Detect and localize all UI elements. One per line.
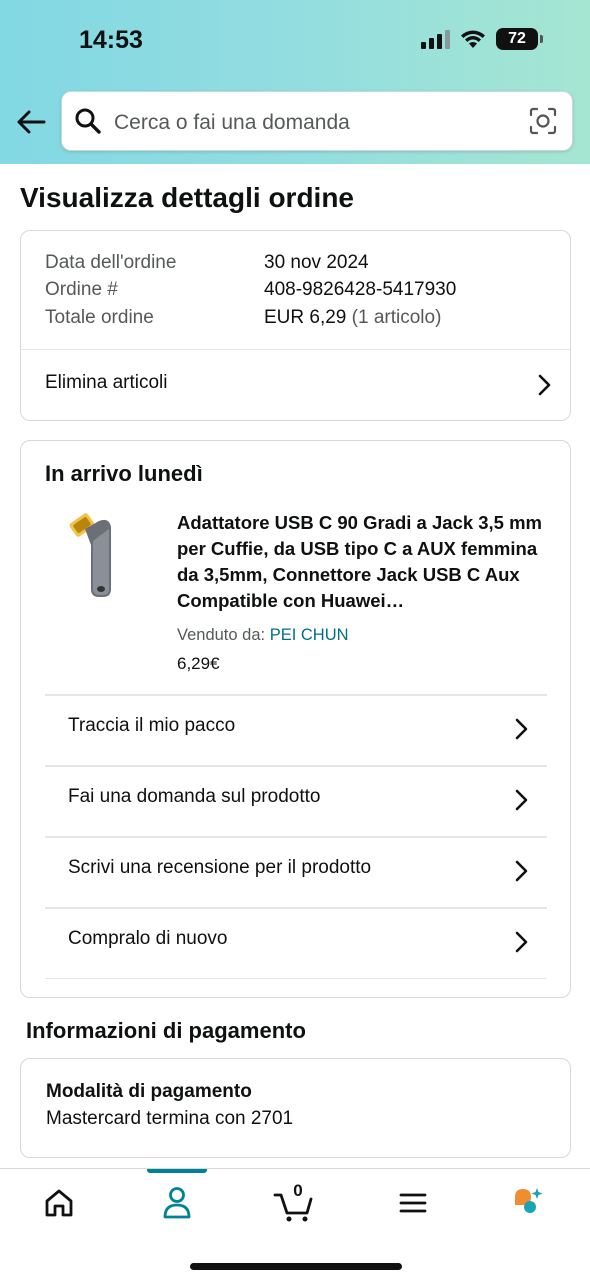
divider: [45, 907, 547, 909]
nav-account[interactable]: [147, 1183, 207, 1223]
page-title: Visualizza dettagli ordine: [20, 182, 355, 213]
product-image[interactable]: [65, 511, 125, 601]
signal-icon: [421, 29, 450, 49]
chevron-right-icon: [515, 931, 528, 953]
battery-icon: 72: [496, 28, 543, 50]
product-price: 6,29€: [177, 654, 220, 673]
nav-rufus[interactable]: [501, 1183, 561, 1223]
delivery-card: In arrivo lunedì Adattatore USB C 90 Gra…: [20, 440, 571, 998]
payment-method-value: Mastercard termina con 2701: [46, 1108, 294, 1129]
order-date-label: Data dell'ordine: [45, 252, 177, 273]
divider: [45, 836, 547, 838]
cart-count: 0: [293, 1181, 303, 1200]
order-number-label: Ordine #: [45, 279, 118, 300]
account-icon: [163, 1187, 191, 1219]
search-icon: [75, 108, 101, 134]
seller-name-link[interactable]: PEI CHUN: [270, 626, 349, 644]
nav-cart[interactable]: 0: [265, 1181, 325, 1223]
ask-question-row[interactable]: Fai una domanda sul prodotto: [45, 765, 547, 836]
active-tab-indicator: [147, 1169, 207, 1173]
order-total-label: Totale ordine: [45, 307, 154, 328]
wifi-icon: [461, 30, 485, 48]
order-total-value: EUR 6,29 (1 articolo): [264, 307, 441, 329]
write-review-label: Scrivi una recensione per il prodotto: [68, 857, 372, 878]
camera-search-icon[interactable]: [528, 106, 558, 136]
bottom-nav: 0: [0, 1168, 590, 1280]
status-icons: 72: [421, 28, 543, 50]
nav-home[interactable]: [29, 1183, 89, 1223]
ask-question-label: Fai una domanda sul prodotto: [68, 786, 321, 807]
product-title[interactable]: Adattatore USB C 90 Gradi a Jack 3,5 mm …: [177, 510, 547, 614]
payment-method-label: Modalità di pagamento: [46, 1081, 252, 1102]
menu-icon: [399, 1193, 427, 1213]
remove-items-label: Elimina articoli: [45, 372, 168, 393]
track-package-label: Traccia il mio pacco: [68, 715, 236, 736]
home-icon: [45, 1189, 73, 1217]
chevron-right-icon: [515, 860, 528, 882]
status-time: 14:53: [79, 26, 143, 54]
divider: [45, 978, 546, 979]
track-package-row[interactable]: Traccia il mio pacco: [45, 694, 547, 765]
write-review-row[interactable]: Scrivi una recensione per il prodotto: [45, 836, 547, 907]
chevron-right-icon: [515, 789, 528, 811]
nav-menu[interactable]: [383, 1183, 443, 1223]
order-date-value: 30 nov 2024: [264, 252, 369, 273]
delivery-status-title: In arrivo lunedì: [45, 461, 203, 486]
app-header: 14:53 72 Cerca o fai una domanda: [0, 0, 590, 164]
back-arrow-icon[interactable]: [15, 108, 47, 136]
remove-items-row[interactable]: Elimina articoli: [21, 350, 570, 420]
order-total-amount: EUR 6,29: [264, 307, 347, 328]
divider: [45, 765, 547, 767]
order-total-item-count: (1 articolo): [351, 307, 442, 328]
chevron-right-icon: [515, 718, 528, 740]
seller-label: Venduto da:: [177, 626, 266, 644]
chevron-right-icon: [538, 374, 551, 396]
buy-again-label: Compralo di nuovo: [68, 928, 228, 949]
buy-again-row[interactable]: Compralo di nuovo: [45, 907, 547, 978]
divider: [45, 694, 547, 696]
search-input[interactable]: Cerca o fai una domanda: [61, 91, 573, 151]
home-indicator[interactable]: [190, 1263, 402, 1270]
order-summary-card: Data dell'ordine 30 nov 2024 Ordine # 40…: [20, 230, 571, 421]
payment-card: Modalità di pagamento Mastercard termina…: [20, 1058, 571, 1158]
seller-info: Venduto da: PEI CHUN: [177, 626, 349, 645]
search-placeholder: Cerca o fai una domanda: [114, 111, 350, 134]
payment-section-title: Informazioni di pagamento: [26, 1018, 306, 1043]
rufus-icon: [515, 1188, 543, 1213]
order-number-value: 408-9826428-5417930: [264, 279, 457, 300]
